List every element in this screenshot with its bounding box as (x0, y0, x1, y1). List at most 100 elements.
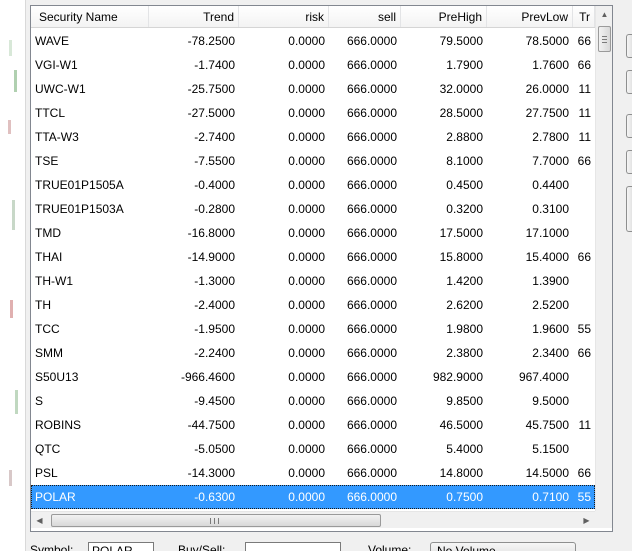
column-header-tr[interactable]: Tr (573, 6, 595, 27)
column-header-security-name[interactable]: Security Name (31, 6, 149, 27)
value-cell (573, 389, 595, 413)
vertical-scroll-thumb[interactable] (598, 26, 611, 52)
security-name-cell: UWC-W1 (35, 82, 86, 96)
side-button-5[interactable] (626, 186, 632, 232)
table-row[interactable]: TH -2.4000 0.0000 666.0000 2.6200 2.5200 (31, 293, 595, 317)
column-header-sell[interactable]: sell (329, 6, 401, 27)
buysell-field[interactable] (245, 542, 341, 551)
value-cell: 2.3400 (532, 346, 569, 360)
value-cell (573, 197, 595, 221)
table-row[interactable]: ROBINS -44.7500 0.0000 666.0000 46.5000 45.75… (31, 413, 595, 437)
table-row[interactable]: SMM -2.2400 0.0000 666.0000 2.3800 2.3400 66 (31, 341, 595, 365)
side-button-4[interactable] (626, 150, 632, 174)
value-cell: -1.9500 (194, 322, 235, 336)
table-row[interactable]: PSL -14.3000 0.0000 666.0000 14.8000 14.5000 6… (31, 461, 595, 485)
security-name-cell: TCC (35, 322, 60, 336)
value-cell: 26.0000 (525, 82, 569, 96)
table-row[interactable]: POLAR -0.6300 0.0000 666.0000 0.7500 0.7100 55 (31, 485, 595, 509)
horizontal-scrollbar[interactable]: ◀ ▶ (31, 511, 595, 528)
value-cell: -0.4000 (194, 178, 235, 192)
value-cell: 66 (577, 58, 591, 72)
value-cell: 0.0000 (288, 226, 325, 240)
symbol-field[interactable]: POLAR (88, 542, 154, 551)
table-row[interactable]: TH-W1 -1.3000 0.0000 666.0000 1.4200 1.3900 (31, 269, 595, 293)
value-cell: 0.0000 (288, 178, 325, 192)
value-cell: 666.0000 (346, 34, 397, 48)
security-name-cell: POLAR (35, 490, 76, 504)
table-row[interactable]: TTCL -27.5000 0.0000 666.0000 28.5000 27.7500… (31, 101, 595, 125)
value-cell: 0.3200 (446, 202, 483, 216)
column-header-prehigh[interactable]: PreHigh (401, 6, 487, 27)
value-cell: 15.8000 (439, 250, 483, 264)
value-cell: 0.7100 (532, 490, 569, 504)
table-row[interactable]: TSE -7.5500 0.0000 666.0000 8.1000 7.7000 66 (31, 149, 595, 173)
vertical-scrollbar[interactable]: ▲ (595, 6, 612, 511)
table-row[interactable]: TRUE01P1505A -0.4000 0.0000 666.0000 0.4500 0… (31, 173, 595, 197)
table-row[interactable]: WAVE -78.2500 0.0000 666.0000 79.5000 78.5000… (31, 29, 595, 53)
value-cell: 2.6200 (446, 298, 483, 312)
table-row[interactable]: TTA-W3 -2.7400 0.0000 666.0000 2.8800 2.7800 1… (31, 125, 595, 149)
table-row[interactable]: THAI -14.9000 0.0000 666.0000 15.8000 15.4000… (31, 245, 595, 269)
value-cell: 666.0000 (346, 322, 397, 336)
side-button-1[interactable] (626, 34, 632, 58)
value-cell: 1.9600 (532, 322, 569, 336)
value-cell: 666.0000 (346, 394, 397, 408)
value-cell: 0.0000 (288, 370, 325, 384)
table-row[interactable]: TMD -16.8000 0.0000 666.0000 17.5000 17.1000 (31, 221, 595, 245)
table-row[interactable]: QTC -5.0500 0.0000 666.0000 5.4000 5.1500 (31, 437, 595, 461)
scroll-up-icon[interactable]: ▲ (596, 6, 613, 23)
value-cell: 0.3100 (532, 202, 569, 216)
scroll-left-icon[interactable]: ◀ (31, 512, 48, 529)
value-cell: 967.4000 (518, 370, 569, 384)
side-button-3[interactable] (626, 114, 632, 138)
symbol-label: Symbol: (30, 543, 74, 551)
value-cell: 5.1500 (532, 442, 569, 456)
table-row[interactable]: TCC -1.9500 0.0000 666.0000 1.9800 1.9600 55 (31, 317, 595, 341)
value-cell: 0.4400 (532, 178, 569, 192)
securities-grid[interactable]: Security Name Trend risk sell PreHigh PrevLow… (30, 5, 613, 532)
table-row[interactable]: S50U13 -966.4600 0.0000 666.0000 982.9000 967… (31, 365, 595, 389)
value-cell: -2.7400 (194, 130, 235, 144)
security-name-cell: TRUE01P1505A (35, 178, 124, 192)
table-row[interactable]: TRUE01P1503A -0.2800 0.0000 666.0000 0.3200 0… (31, 197, 595, 221)
scroll-right-icon[interactable]: ▶ (578, 512, 595, 529)
value-cell: 66 (577, 250, 591, 264)
table-row[interactable]: VGI-W1 -1.7400 0.0000 666.0000 1.7900 1.7600 6… (31, 53, 595, 77)
value-cell: 45.7500 (525, 418, 569, 432)
column-header-prevlow[interactable]: PrevLow (487, 6, 573, 27)
value-cell: 666.0000 (346, 130, 397, 144)
value-cell: -44.7500 (187, 418, 235, 432)
value-cell: 78.5000 (525, 34, 569, 48)
no-volume-button[interactable]: No Volume (430, 542, 576, 551)
value-cell: 0.0000 (288, 106, 325, 120)
value-cell: 32.0000 (439, 82, 483, 96)
value-cell: 66 (577, 466, 591, 480)
value-cell: -9.4500 (194, 394, 235, 408)
value-cell: 0.0000 (288, 442, 325, 456)
value-cell: 0.0000 (288, 418, 325, 432)
value-cell: 2.7800 (532, 130, 569, 144)
security-name-cell: TH (35, 298, 51, 312)
value-cell: 27.7500 (525, 106, 569, 120)
value-cell: -25.7500 (187, 82, 235, 96)
value-cell: 2.5200 (532, 298, 569, 312)
value-cell: -966.4600 (180, 370, 235, 384)
value-cell: 982.9000 (432, 370, 483, 384)
security-name-cell: TRUE01P1503A (35, 202, 124, 216)
horizontal-scroll-thumb[interactable] (51, 514, 381, 527)
column-header-risk[interactable]: risk (239, 6, 329, 27)
value-cell: 666.0000 (346, 202, 397, 216)
security-name-cell: ROBINS (35, 418, 82, 432)
value-cell (573, 173, 595, 197)
security-name-cell: S (35, 394, 44, 408)
value-cell: 2.3800 (446, 346, 483, 360)
grid-rows[interactable]: WAVE -78.2500 0.0000 666.0000 79.5000 78.5000… (31, 29, 595, 511)
side-button-2[interactable] (626, 70, 632, 94)
column-header-trend[interactable]: Trend (149, 6, 239, 27)
table-row[interactable]: UWC-W1 -25.7500 0.0000 666.0000 32.0000 26.00… (31, 77, 595, 101)
table-row[interactable]: S -9.4500 0.0000 666.0000 9.8500 9.5000 (31, 389, 595, 413)
value-cell: 1.7900 (446, 58, 483, 72)
value-cell: 28.5000 (439, 106, 483, 120)
security-name-cell: VGI-W1 (35, 58, 78, 72)
value-cell: 55 (577, 490, 591, 504)
